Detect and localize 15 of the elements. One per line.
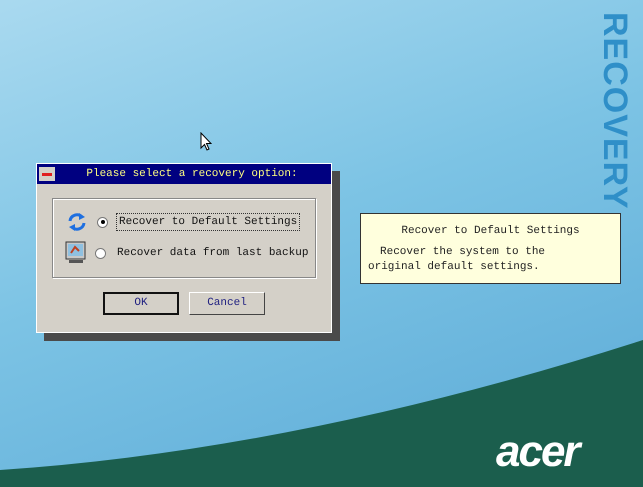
info-title: Recover to Default Settings [400, 224, 581, 239]
dialog-button[interactable]: Cancel [189, 292, 265, 315]
brand-text: RECOVERY [598, 12, 632, 210]
radio-button[interactable] [97, 216, 108, 228]
option-label[interactable]: Recover data from last backup [114, 244, 312, 262]
dialog-button[interactable]: OK [103, 292, 179, 315]
radio-button[interactable] [95, 248, 106, 258]
logo: acer [496, 430, 579, 474]
mouse-cursor-icon [200, 132, 212, 151]
info-description: Recover the system to the original default settings. [368, 244, 546, 274]
refresh-arrows-icon [66, 211, 88, 233]
window-title: Please select a recovery option: [85, 166, 299, 182]
computer-monitor-icon [65, 241, 87, 265]
option-label[interactable]: Recover to Default Settings [116, 212, 300, 232]
close-button[interactable] [39, 167, 55, 181]
